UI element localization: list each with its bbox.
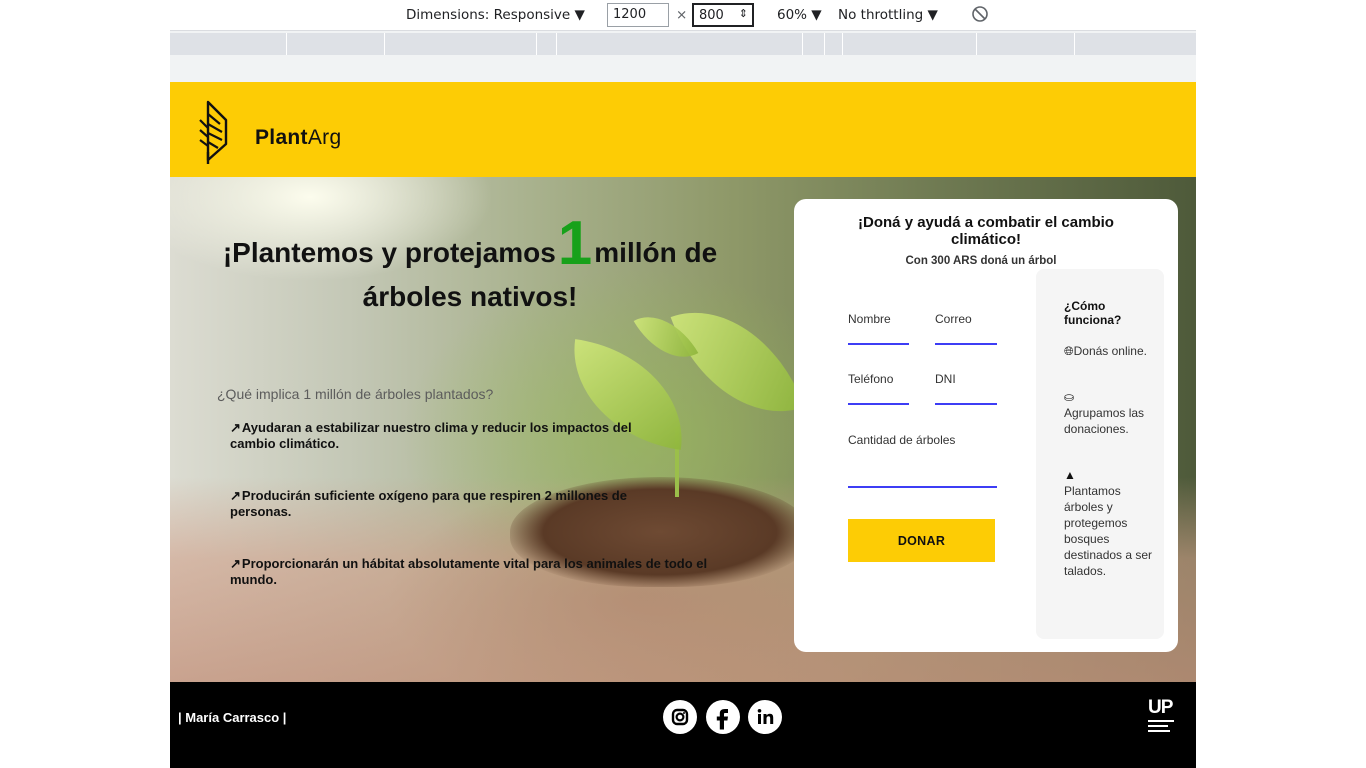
- donate-button[interactable]: DONAR: [848, 519, 995, 562]
- how-step: ▲ Plantamos árboles y protegemos bosques …: [1064, 467, 1154, 579]
- brand-name-bold: Plant: [255, 126, 308, 149]
- trending-up-icon: ↗: [230, 556, 241, 571]
- logo-divider: [1148, 720, 1174, 722]
- benefit-item: ↗Proporcionarán un hábitat absolutamente…: [230, 556, 710, 588]
- spinner-icon[interactable]: ⇕: [739, 7, 748, 20]
- zoom-dropdown[interactable]: 60% ▼: [777, 7, 822, 23]
- donation-title: ¡Doná y ayudá a combatir el cambio climá…: [858, 214, 1114, 248]
- tree-icon: ▲: [1064, 468, 1076, 482]
- globe-icon: 🌐︎: [1064, 344, 1074, 358]
- trending-up-icon: ↗: [230, 420, 241, 435]
- media-query-ruler[interactable]: [170, 33, 1196, 55]
- hand-holding-icon: ⛀: [1064, 390, 1075, 404]
- brand-logo-text[interactable]: PlantArg: [255, 126, 341, 150]
- footer-author: | María Carrasco |: [178, 710, 287, 725]
- phone-field-label[interactable]: Teléfono: [848, 372, 893, 386]
- phone-field[interactable]: [848, 403, 909, 405]
- dni-field[interactable]: [935, 403, 997, 405]
- name-field[interactable]: [848, 343, 909, 345]
- hero-question: ¿Qué implica 1 millón de árboles plantad…: [217, 386, 494, 402]
- instagram-icon[interactable]: [663, 700, 697, 734]
- logo-divider: [1148, 725, 1168, 727]
- linkedin-icon[interactable]: [748, 700, 782, 734]
- donation-subtitle: Con 300 ARS doná un árbol: [905, 255, 1057, 267]
- devtools-device-toolbar: Dimensions: Responsive ▼ 1200 × 800 ⇕ 60…: [170, 0, 1196, 82]
- university-logo-text: UP: [1148, 697, 1173, 718]
- benefit-item: ↗Producirán suficiente oxígeno para que …: [230, 488, 670, 520]
- hero-section: ¡Plantemos y protejamos1millón de árbole…: [170, 177, 1196, 682]
- times-sign: ×: [676, 7, 688, 23]
- how-it-works-title: ¿Cómo funciona?: [1064, 299, 1122, 327]
- height-value: 800: [699, 8, 724, 23]
- dimensions-dropdown[interactable]: Dimensions: Responsive ▼: [406, 7, 585, 23]
- how-step-text: Plantamos árboles y protegemos bosques d…: [1064, 484, 1153, 578]
- name-field-label[interactable]: Nombre: [848, 312, 891, 326]
- site-header: PlantArg: [170, 82, 1196, 177]
- brand-name-light: Arg: [307, 126, 342, 149]
- hero-title-number: 1: [557, 209, 593, 278]
- hero-title: ¡Plantemos y protejamos1millón de árbole…: [210, 213, 730, 319]
- how-step: ⛀ Agrupamos las donaciones.: [1064, 389, 1154, 437]
- how-step-text: Agrupamos las donaciones.: [1064, 406, 1145, 436]
- rotate-icon[interactable]: [970, 4, 990, 28]
- page-viewport: PlantArg ¡Plantemos y protejamos1millón …: [170, 82, 1196, 768]
- trees-field-label[interactable]: Cantidad de árboles: [848, 433, 955, 447]
- hero-title-start: ¡Plantemos y protejamos: [222, 237, 556, 268]
- email-field-label[interactable]: Correo: [935, 312, 972, 326]
- facebook-icon[interactable]: [706, 700, 740, 734]
- ruler-gap: [170, 55, 1196, 82]
- benefit-item: ↗Ayudaran a estabilizar nuestro clima y …: [230, 420, 670, 452]
- trending-up-icon: ↗: [230, 488, 241, 503]
- benefit-text: Ayudaran a estabilizar nuestro clima y r…: [230, 420, 632, 451]
- how-it-works-panel: ¿Cómo funciona? 🌐︎Donás online. ⛀ Agrupam…: [1036, 269, 1164, 639]
- site-footer: | María Carrasco | UP: [170, 682, 1196, 768]
- devtools-toolbar: Dimensions: Responsive ▼ 1200 × 800 ⇕ 60…: [170, 0, 1196, 31]
- logo-divider: [1148, 730, 1170, 732]
- donation-card: ¡Doná y ayudá a combatir el cambio climá…: [794, 199, 1178, 652]
- dni-field-label[interactable]: DNI: [935, 372, 956, 386]
- how-step-text: Donás online.: [1073, 344, 1147, 358]
- throttling-dropdown[interactable]: No throttling ▼: [838, 7, 938, 23]
- trees-field[interactable]: [848, 486, 997, 488]
- leaf-logo-icon: [199, 100, 228, 164]
- email-field[interactable]: [935, 343, 997, 345]
- university-logo: UP: [1148, 698, 1184, 738]
- height-input[interactable]: 800 ⇕: [692, 3, 754, 27]
- width-input[interactable]: 1200: [607, 3, 669, 27]
- benefit-text: Proporcionarán un hábitat absolutamente …: [230, 556, 708, 587]
- how-step: 🌐︎Donás online.: [1064, 343, 1154, 359]
- benefit-text: Producirán suficiente oxígeno para que r…: [230, 488, 627, 519]
